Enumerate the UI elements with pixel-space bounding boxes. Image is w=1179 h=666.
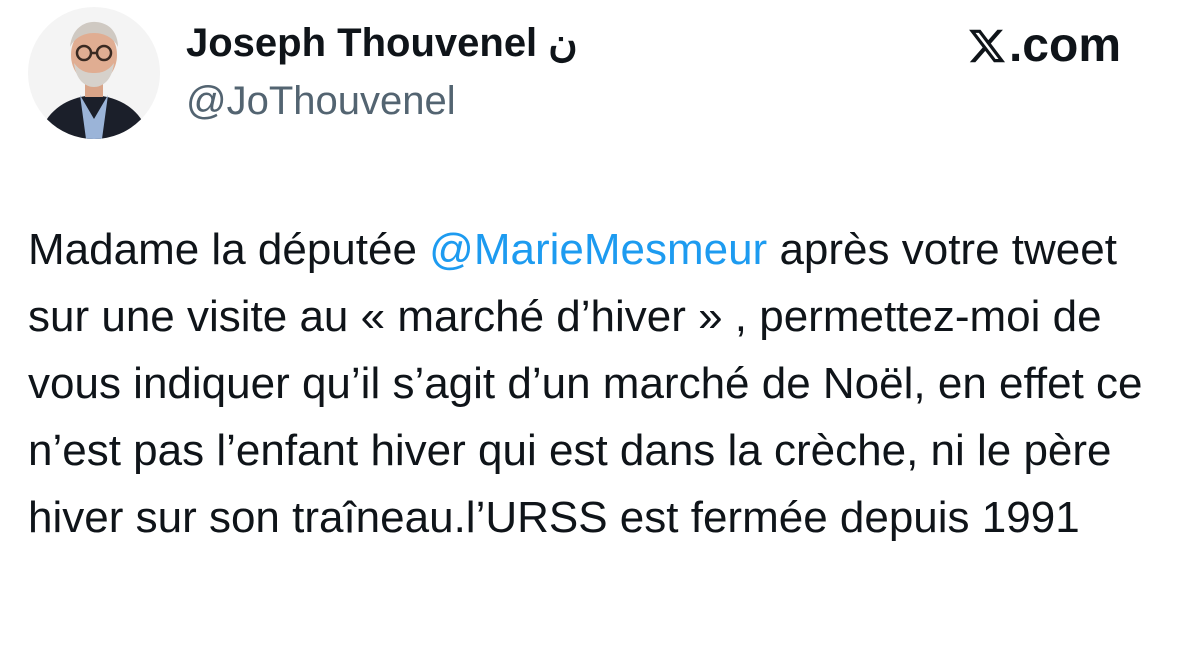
author-display-name[interactable]: Joseph Thouvenel ن: [186, 18, 578, 68]
avatar[interactable]: [28, 7, 160, 139]
tweet-text: Madame la députée @MarieMesmeur après vo…: [28, 216, 1158, 551]
author-handle[interactable]: @JoThouvenel: [186, 76, 578, 126]
avatar-image: [28, 7, 160, 139]
author-block: Joseph Thouvenel ن @JoThouvenel: [186, 18, 578, 126]
x-logo-icon: [969, 29, 1006, 63]
tweet-card: Joseph Thouvenel ن @JoThouvenel .com Mad…: [0, 0, 1179, 666]
tweet-text-before: Madame la députée: [28, 225, 430, 274]
brand-label: .com: [1008, 19, 1121, 72]
brand-logo: .com: [967, 18, 1121, 74]
mention-link[interactable]: @MarieMesmeur: [429, 225, 767, 274]
